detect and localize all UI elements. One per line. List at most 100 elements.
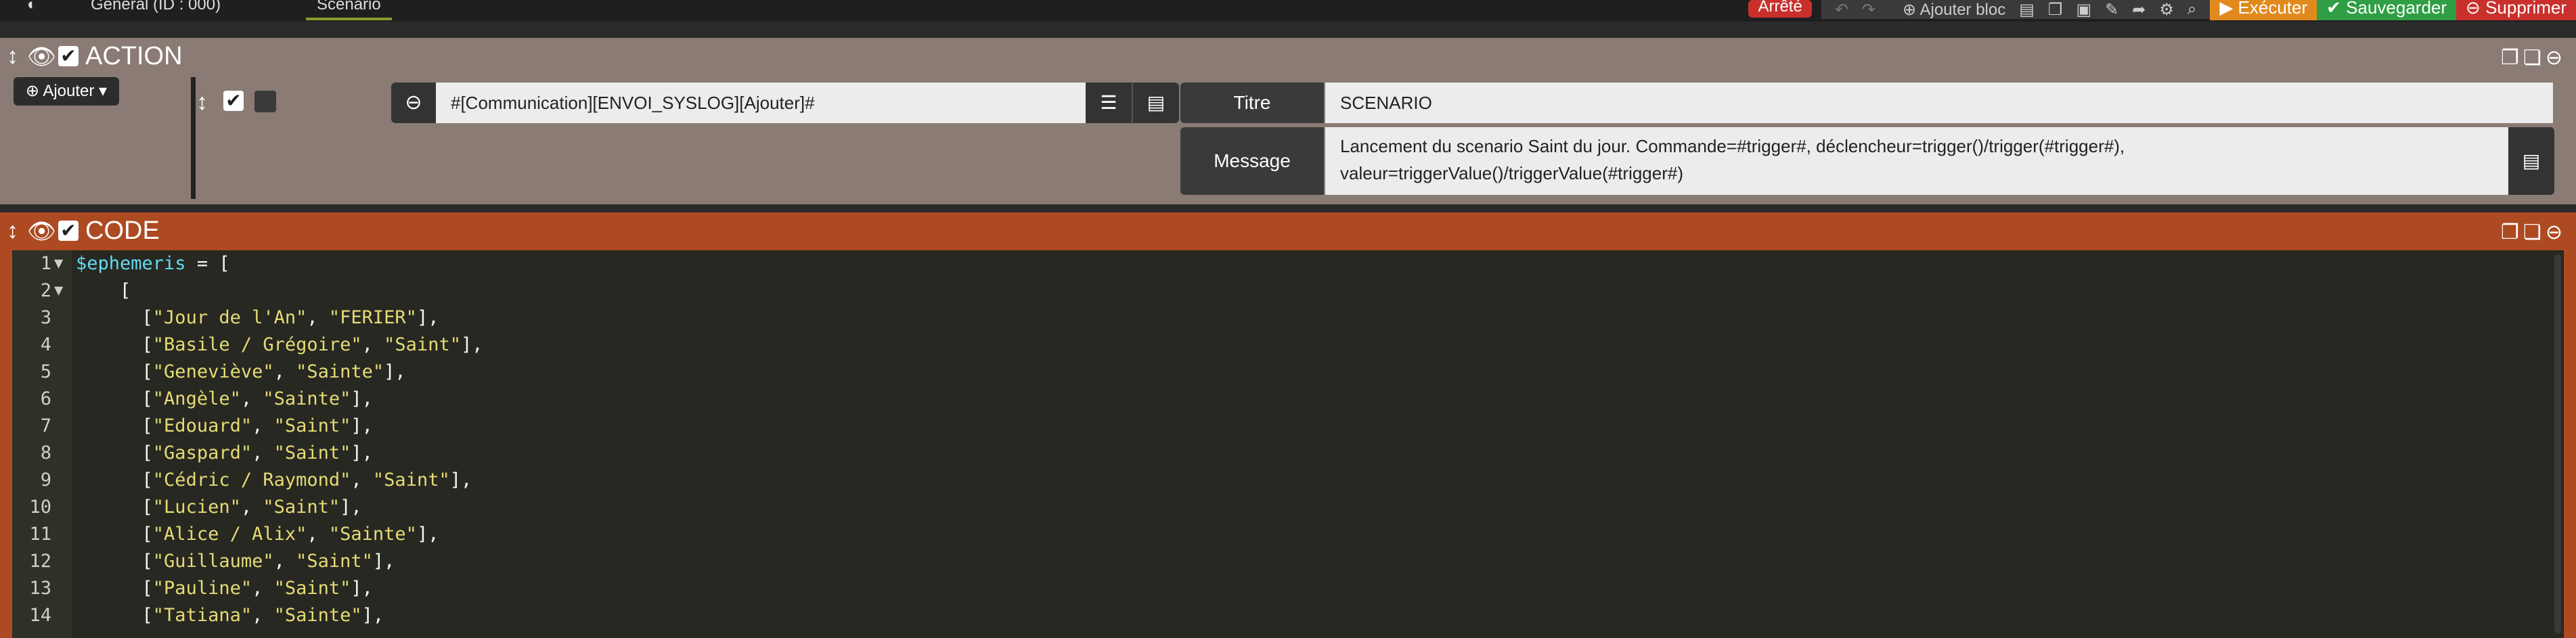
code-block-header: ↕ 👁 ✔ CODE ❐❏⊖ (0, 212, 2576, 250)
message-line-1: Lancement du scenario Saint du jour. Com… (1340, 136, 2125, 156)
drag-handle-icon[interactable]: ↕ (7, 43, 18, 70)
add-block-button[interactable]: ⊕ Ajouter bloc (1903, 0, 2005, 20)
back-icon[interactable]: ◐ (27, 0, 37, 18)
code-text: ["Basile / Grégoire", "Saint"], (76, 332, 483, 359)
add-block-label: Ajouter bloc (1919, 0, 2006, 19)
log-icon[interactable]: ▤ (2019, 0, 2035, 20)
string-token: "Saint" (263, 497, 340, 518)
code-token: [ (76, 497, 153, 518)
message-options-icon[interactable]: ▤ (2508, 127, 2554, 195)
code-editor[interactable]: 1 ▼ $ephemeris = [2 ▼ [3 ["Jour de l'An", "… (12, 250, 2564, 638)
block-title: ACTION (85, 42, 183, 70)
code-text: $ephemeris = [ (76, 250, 230, 277)
action-parallel-checkbox[interactable] (254, 91, 276, 112)
execute-button[interactable]: ▶ Exécuter (2210, 0, 2317, 20)
fold-icon[interactable]: ▼ (54, 250, 63, 277)
code-text: ["Lucien", "Saint"], (76, 494, 362, 521)
code-token: ], (351, 442, 373, 463)
remove-block-icon[interactable]: ⊖ (2546, 221, 2567, 244)
action-block: ↕ 👁 ✔ ACTION ❐❏⊖ ⊕ Ajouter ▾ ↕ ✔ ⊖ #[Com… (0, 38, 2576, 204)
code-token: ], (416, 524, 439, 545)
line-number: 5 (40, 361, 51, 382)
code-token: ], (351, 578, 373, 599)
action-enable-checkbox[interactable]: ✔ (223, 91, 244, 111)
search-icon[interactable]: ⌕ (2188, 0, 2196, 19)
code-block: ↕ 👁 ✔ CODE ❐❏⊖ 1 ▼ $ephemeris = [2 ▼ [3 ["J… (0, 212, 2576, 638)
block-tools: ❐❏⊖ (2501, 221, 2567, 244)
image-icon[interactable]: ▣ (2076, 0, 2091, 20)
string-token: "Saint" (273, 442, 351, 463)
dependencies-icon[interactable]: ⚙ (2159, 0, 2174, 20)
eye-icon[interactable]: 👁 (27, 43, 56, 70)
block-title: CODE (85, 217, 160, 245)
paste-block-icon[interactable]: ❏ (2523, 47, 2546, 69)
code-text: [ (76, 277, 131, 304)
save-button[interactable]: ✔ Sauvegarder (2317, 0, 2457, 20)
redo-icon[interactable]: ↷ (1862, 0, 1875, 20)
code-line[interactable]: 8 ["Gaspard", "Saint"], (12, 440, 2564, 467)
edit-icon[interactable]: ✎ (2105, 0, 2118, 20)
code-line[interactable]: 3 ["Jour de l'An", "FERIER"], (12, 304, 2564, 332)
code-token: , (307, 307, 329, 328)
list-options-icon[interactable]: ☰ (1086, 83, 1133, 123)
select-command-icon[interactable]: ▤ (1133, 83, 1179, 123)
code-line[interactable]: 6 ["Angèle", "Sainte"], (12, 386, 2564, 413)
message-textarea[interactable]: Lancement du scenario Saint du jour. Com… (1325, 127, 2508, 195)
string-token: "Edouard" (152, 415, 252, 436)
copy-block-icon[interactable]: ❐ (2501, 221, 2523, 244)
enable-checkbox[interactable]: ✔ (58, 46, 79, 66)
line-number: 2 (40, 280, 51, 301)
add-action-label: Ajouter (43, 82, 95, 100)
remove-block-icon[interactable]: ⊖ (2546, 47, 2567, 69)
code-token: , (361, 334, 384, 355)
drag-handle-icon[interactable]: ↕ (7, 218, 18, 244)
tab-scenario-label: Scénario (317, 0, 381, 14)
code-token: [ (76, 334, 153, 355)
eye-icon[interactable]: 👁 (27, 218, 56, 245)
code-line[interactable]: 13 ["Pauline", "Saint"], (12, 575, 2564, 602)
code-line[interactable]: 10 ["Lucien", "Saint"], (12, 494, 2564, 521)
option-label-message: Message (1180, 127, 1324, 195)
enable-checkbox[interactable]: ✔ (58, 221, 79, 241)
code-line[interactable]: 2 ▼ [ (12, 277, 2564, 304)
code-token: , (307, 524, 329, 545)
code-line[interactable]: 14 ["Tatiana", "Sainte"], (12, 602, 2564, 629)
line-number: 10 (29, 497, 51, 518)
editor-scrollbar[interactable] (2554, 254, 2561, 633)
string-token: "Alice / Alix" (152, 524, 307, 545)
code-line[interactable]: 11 ["Alice / Alix", "Sainte"], (12, 521, 2564, 548)
code-token: ], (361, 605, 384, 626)
string-token: "Saint" (384, 334, 461, 355)
fold-icon[interactable]: ▼ (54, 277, 63, 304)
command-field[interactable]: ⊖ #[Communication][ENVOI_SYSLOG][Ajouter… (391, 83, 1179, 123)
code-line[interactable]: 12 ["Guillaume", "Saint"], (12, 548, 2564, 575)
code-token: = [ (185, 253, 230, 274)
tab-scenario[interactable]: Scénario (306, 0, 392, 20)
delete-button[interactable]: ⊖ Supprimer (2456, 0, 2576, 20)
paste-block-icon[interactable]: ❏ (2523, 221, 2546, 244)
undo-icon[interactable]: ↶ (1835, 0, 1848, 20)
scenario-toolbar: Arrêté ↶ ↷ ⊕ Ajouter bloc ▤ ❐ ▣ ✎ ➦ ⚙ ⌕ … (1748, 0, 2576, 20)
string-token: "Tatiana" (152, 605, 252, 626)
code-line[interactable]: 4 ["Basile / Grégoire", "Saint"], (12, 332, 2564, 359)
code-line[interactable]: 5 ["Geneviève", "Sainte"], (12, 359, 2564, 386)
title-value: SCENARIO (1340, 93, 1432, 113)
code-line[interactable]: 1 ▼ $ephemeris = [ (12, 250, 2564, 277)
remove-action-icon[interactable]: ⊖ (391, 83, 436, 123)
action-drag-icon[interactable]: ↕ (196, 89, 208, 116)
code-token: [ (76, 470, 153, 491)
string-token: "Guillaume" (152, 551, 274, 572)
code-line[interactable]: 9 ["Cédric / Raymond", "Saint"], (12, 467, 2564, 494)
title-input[interactable]: SCENARIO (1325, 83, 2553, 123)
copy-block-icon[interactable]: ❐ (2501, 47, 2523, 69)
string-token: "Gaspard" (152, 442, 252, 463)
tab-general[interactable]: Général (ID : 000) (91, 0, 221, 18)
code-token: , (252, 578, 274, 599)
copy-icon[interactable]: ❐ (2048, 0, 2063, 20)
share-icon[interactable]: ➦ (2132, 0, 2146, 20)
history-group: ↶ ↷ (1821, 0, 1890, 20)
code-token: , (252, 442, 274, 463)
code-line[interactable]: 7 ["Edouard", "Saint"], (12, 413, 2564, 440)
block-tools-group: ⊕ Ajouter bloc ▤ ❐ ▣ ✎ ➦ ⚙ ⌕ (1889, 0, 2211, 20)
add-action-button[interactable]: ⊕ Ajouter ▾ (14, 77, 119, 106)
